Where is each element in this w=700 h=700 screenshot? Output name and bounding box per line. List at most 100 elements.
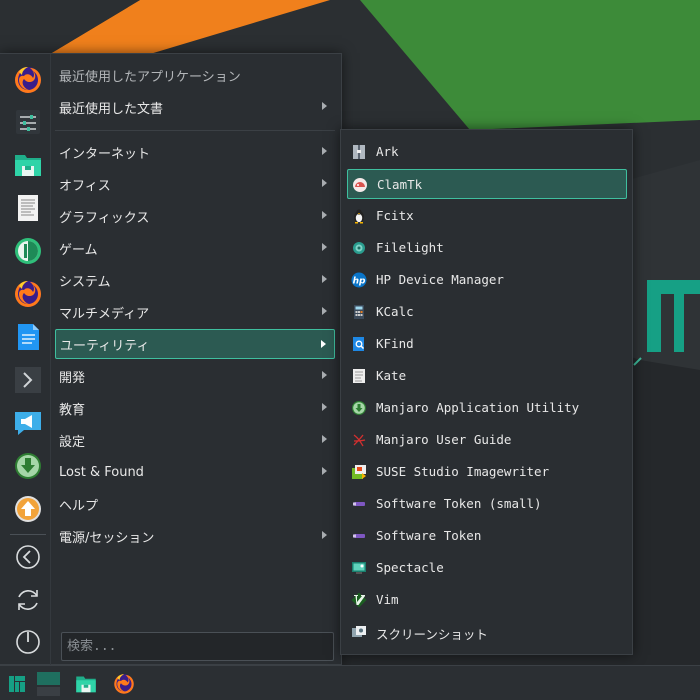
category-lost-and-found[interactable]: Lost & Found [55,457,335,487]
category-utilities[interactable]: ユーティリティ [55,329,335,359]
chevron-right-icon [322,147,327,155]
favorite-upload[interactable] [10,491,46,527]
svg-text:hp: hp [353,277,366,287]
menu-item-fcitx[interactable]: Fcitx [347,201,627,231]
category-graphics[interactable]: グラフィックス [55,201,335,231]
menu-item-label: Software Token (small) [376,496,542,511]
menu-item-label: Software Token [376,528,482,543]
category-separator [55,130,335,131]
chevron-right-icon [322,307,327,315]
application-menu: 最近使用したアプリケーション 最近使用した文書 インターネット オフィス グラフ… [0,53,342,666]
kfind-icon [353,337,365,351]
refresh-button[interactable] [10,582,46,618]
token-icon [353,534,365,538]
category-system[interactable]: システム [55,265,335,295]
chevron-right-icon [322,371,327,379]
firefox-icon [114,674,134,694]
category-games[interactable]: ゲーム [55,233,335,263]
menu-item-label: Manjaro User Guide [376,432,512,447]
back-button[interactable] [10,539,46,575]
manjaro-app-utility-icon [352,401,366,415]
power-button[interactable] [10,624,46,660]
category-label: 開発 [59,370,86,386]
menu-item-label: Spectacle [376,560,444,575]
taskbar-pager[interactable] [34,669,62,699]
menu-item-manjaro-user-guide[interactable]: Manjaro User Guide [347,425,627,455]
favorite-firefox[interactable] [10,62,46,98]
menu-item-suse-studio-imagewriter[interactable]: SUSE Studio Imagewriter [347,457,627,487]
category-development[interactable]: 開発 [55,361,335,391]
category-power-session[interactable]: 電源/セッション [55,521,335,551]
favorite-file-manager[interactable] [10,147,46,183]
document-icon [18,324,39,350]
taskbar-firefox[interactable] [110,669,138,699]
power-icon [16,630,40,654]
upload-icon [15,496,41,522]
category-label: インターネット [59,146,151,162]
category-label: 教育 [59,402,86,418]
announcement-icon [15,412,41,435]
manjaro-menu-icon [9,676,25,692]
category-multimedia[interactable]: マルチメディア [55,297,335,327]
category-label: 最近使用した文書 [59,101,164,117]
search-input[interactable] [61,632,334,661]
menu-item-filelight[interactable]: Filelight [347,233,627,263]
category-education[interactable]: 教育 [55,393,335,423]
category-recent-docs[interactable]: 最近使用した文書 [55,92,335,122]
chevron-right-icon [322,531,327,539]
desktop-pager-icon [37,672,60,696]
filelight-icon [353,242,365,254]
penguin-icon [354,209,364,224]
chevron-right-icon [322,467,327,475]
favorite-download[interactable] [10,448,46,484]
firefox-icon [15,281,41,307]
chevron-right-icon [321,340,326,348]
category-label: Lost & Found [59,464,144,480]
chevron-right-icon [322,102,327,110]
chevron-right-icon [322,211,327,219]
taskbar-app-menu[interactable] [3,669,31,699]
menu-item-software-token[interactable]: Software Token [347,521,627,551]
menu-item-label: SUSE Studio Imagewriter [376,464,550,479]
category-settings[interactable]: 設定 [55,425,335,455]
category-help[interactable]: ヘルプ [55,489,335,519]
refresh-icon [18,590,38,610]
menu-item-screenshot[interactable]: スクリーンショット [347,617,627,647]
menu-item-kate[interactable]: Kate [347,361,627,391]
menu-item-ark[interactable]: Ark [347,137,627,167]
chevron-right-icon [322,435,327,443]
taskbar-file-manager[interactable] [72,669,100,699]
menu-item-vim[interactable]: Vim [347,585,627,615]
clamtk-icon [353,178,367,192]
menu-item-label: スクリーンショット [376,627,488,642]
menu-item-label: KCalc [376,304,414,319]
text-editor-icon [18,195,38,221]
menu-item-clamtk[interactable]: ClamTk [347,169,627,199]
menu-item-label: KFind [376,336,414,351]
menu-item-spectacle[interactable]: Spectacle [347,553,627,583]
favorite-announcement[interactable] [10,405,46,441]
favorite-text-editor[interactable] [10,190,46,226]
taskbar [0,665,700,700]
menu-item-kcalc[interactable]: KCalc [347,297,627,327]
favorite-pamac[interactable] [10,233,46,269]
category-office[interactable]: オフィス [55,169,335,199]
chevron-right-icon [322,179,327,187]
category-label: 電源/セッション [59,530,155,546]
favorite-firefox-2[interactable] [10,276,46,312]
menu-item-kfind[interactable]: KFind [347,329,627,359]
category-internet[interactable]: インターネット [55,137,335,167]
menu-item-software-token-small[interactable]: Software Token (small) [347,489,627,519]
file-manager-icon [76,676,96,693]
favorites-bar [6,61,50,661]
menu-item-manjaro-application-utility[interactable]: Manjaro Application Utility [347,393,627,423]
favorite-system-settings[interactable] [10,104,46,140]
screenshot-icon [352,626,366,637]
category-label: システム [59,274,111,290]
chevron-right-icon [322,275,327,283]
menu-item-hp-device-manager[interactable]: hp HP Device Manager [347,265,627,295]
ark-icon [353,145,365,159]
favorite-terminal[interactable] [10,362,46,398]
favorite-document[interactable] [10,319,46,355]
vim-icon [351,592,367,608]
